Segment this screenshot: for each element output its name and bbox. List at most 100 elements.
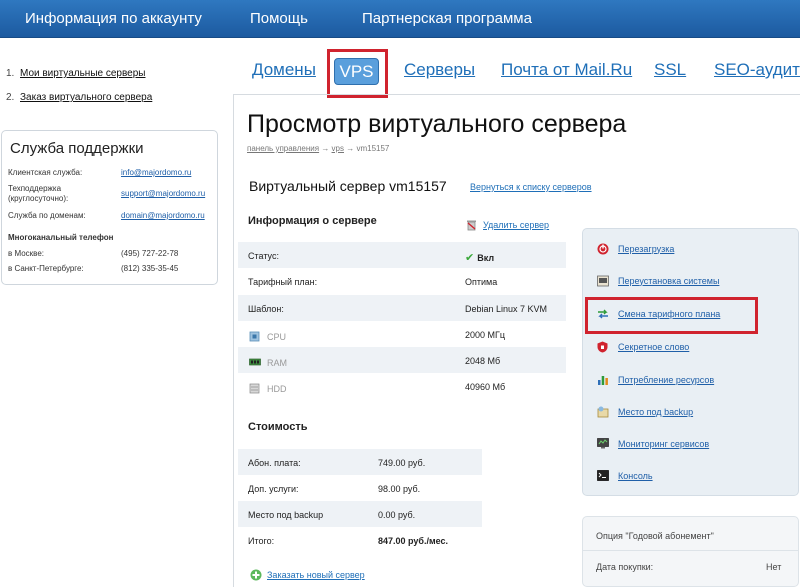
tab-mail[interactable]: Почта от Mail.Ru (501, 60, 632, 80)
action-label: Консоль (618, 470, 653, 481)
breadcrumb-vps[interactable]: vps (332, 144, 344, 153)
action-backup-space[interactable]: Место под backup (596, 405, 693, 418)
support-tech-email-wrap: support@majordomo.ru (121, 189, 205, 199)
info-label-hdd: HDD (248, 382, 287, 395)
status-text: Вкл (477, 252, 495, 263)
action-resource-usage[interactable]: Потребление ресурсов (596, 373, 714, 386)
info-row-plan: Тарифный план: Оптима (238, 268, 566, 294)
highlight-vps-tab (327, 49, 388, 98)
tabs-divider (233, 94, 800, 95)
delete-server-button[interactable]: Удалить сервер (465, 218, 549, 231)
action-reboot[interactable]: Перезагрузка (596, 242, 674, 255)
support-box: Служба поддержки (1, 130, 218, 285)
breadcrumb-current: vm15157 (356, 144, 390, 153)
server-heading: Виртуальный сервер vm15157 (249, 178, 447, 194)
info-value: 2048 Мб (465, 356, 501, 366)
ram-icon (248, 356, 261, 369)
sidebar-link-my-servers[interactable]: Мои виртуальные серверы (20, 68, 145, 79)
action-label: Место под backup (618, 406, 694, 417)
support-domain-email-wrap: domain@majordomo.ru (121, 211, 205, 221)
trash-icon (465, 218, 478, 231)
shield-icon (596, 340, 609, 353)
plus-icon (249, 568, 262, 581)
cost-label: Итого: (248, 536, 275, 546)
cpu-label: CPU (267, 331, 287, 342)
cost-label: Доп. услуги: (248, 484, 299, 494)
tab-ssl[interactable]: SSL (654, 60, 686, 80)
hdd-label: HDD (267, 383, 287, 394)
support-moscow-label: в Москве: (8, 249, 45, 258)
breadcrumb-control-panel[interactable]: панель управления (247, 144, 319, 153)
cpu-icon (248, 330, 261, 343)
action-label: Переустановка системы (618, 275, 720, 286)
breadcrumb-separator: → (321, 144, 330, 153)
tab-servers[interactable]: Серверы (404, 60, 475, 80)
info-label-cpu: CPU (248, 330, 286, 343)
cost-value: 98.00 руб. (378, 484, 421, 494)
nav-account-info[interactable]: Информация по аккаунту (25, 10, 202, 27)
cost-row-backup: Место под backup 0.00 руб. (238, 501, 482, 527)
order-new-server-button[interactable]: Заказать новый сервер (249, 568, 365, 581)
bar-chart-icon (596, 373, 609, 386)
support-tech-email[interactable]: support@majordomo.ru (121, 189, 205, 198)
sidebar-link-order-server[interactable]: Заказ виртуального сервера (20, 92, 152, 103)
page-title: Просмотр виртуального сервера (247, 110, 627, 138)
monitor-icon (596, 437, 609, 450)
action-secret-word[interactable]: Секретное слово (596, 340, 689, 353)
support-domain-label: Служба по доменам: (8, 211, 86, 220)
info-row-template: Шаблон: Debian Linux 7 KVM (238, 295, 566, 321)
breadcrumb: панель управления → vps → vm15157 (247, 144, 389, 153)
check-icon: ✔ (465, 252, 475, 264)
breadcrumb-separator: → (346, 144, 355, 153)
ram-label: RAM (267, 357, 287, 368)
nav-partner-program[interactable]: Партнерская программа (362, 10, 532, 27)
info-value: 40960 Мб (465, 382, 506, 392)
action-console[interactable]: Консоль (596, 469, 653, 482)
order-new-server-label: Заказать новый сервер (267, 569, 365, 580)
support-client-label: Клиентская служба: (8, 168, 83, 177)
info-value: 2000 МГц (465, 330, 506, 340)
cost-value: 749.00 руб. (378, 458, 426, 468)
info-row-ram: RAM 2048 Мб (238, 347, 566, 373)
purchase-date-label: Дата покупки: (596, 562, 654, 572)
info-label: Статус: (248, 251, 279, 261)
info-label: Шаблон: (248, 304, 284, 314)
info-value: Debian Linux 7 KVM (465, 304, 548, 314)
action-monitoring[interactable]: Мониторинг сервисов (596, 437, 709, 450)
reboot-icon (596, 242, 609, 255)
hdd-icon (248, 382, 261, 395)
cost-row-extra: Доп. услуги: 98.00 руб. (238, 475, 482, 501)
info-label: Тарифный план: (248, 277, 318, 287)
back-to-server-list-link[interactable]: Вернуться к списку серверов (470, 182, 592, 192)
cost-label: Место под backup (248, 510, 324, 520)
support-moscow-phone: (495) 727-22-78 (121, 249, 179, 258)
cost-value-total: 847.00 руб./мес. (378, 536, 449, 546)
info-row-hdd: HDD 40960 Мб (238, 373, 566, 399)
action-label: Секретное слово (618, 341, 690, 352)
nav-help[interactable]: Помощь (250, 10, 308, 27)
cost-title: Стоимость (248, 421, 308, 433)
highlight-change-plan (585, 297, 758, 334)
cost-row-total: Итого: 847.00 руб./мес. (238, 527, 482, 553)
tab-domains[interactable]: Домены (252, 60, 316, 80)
server-actions-panel (582, 228, 799, 496)
action-label: Перезагрузка (618, 243, 675, 254)
sidebar-item-number: 1. (6, 68, 15, 79)
sidebar-item-order-server: 2. Заказ виртуального сервера (6, 92, 152, 116)
support-tech-label-1: Техподдержка (8, 184, 62, 193)
annual-option-divider (583, 550, 798, 551)
support-client-email[interactable]: info@majordomo.ru (121, 168, 191, 177)
support-spb-phone: (812) 335-35-45 (121, 264, 179, 273)
info-row-cpu: CPU 2000 МГц (238, 321, 566, 347)
support-domain-email[interactable]: domain@majordomo.ru (121, 211, 205, 220)
support-multiline-title: Многоканальный телефон (8, 233, 114, 242)
console-icon (596, 469, 609, 482)
sidebar-menu: 1. Мои виртуальные серверы 2. Заказ вирт… (6, 68, 152, 116)
reinstall-icon (596, 274, 609, 287)
sidebar-item-number: 2. (6, 92, 15, 103)
tab-seo-audit[interactable]: SEO-аудит (714, 60, 800, 80)
support-title: Служба поддержки (10, 140, 144, 157)
annual-option-title: Опция "Годовой абонемент" (596, 531, 714, 541)
action-reinstall[interactable]: Переустановка системы (596, 274, 719, 287)
cost-value: 0.00 руб. (378, 510, 416, 520)
